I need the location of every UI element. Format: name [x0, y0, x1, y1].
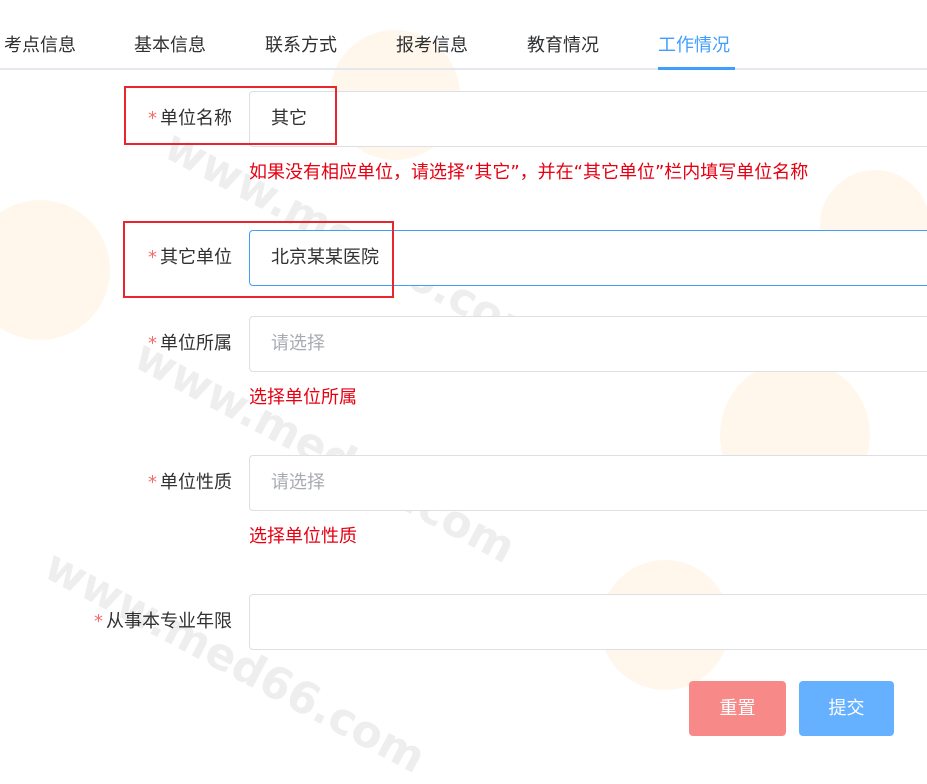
tab-bar: 考点信息 基本信息 联系方式 报考信息 教育情况 工作情况	[0, 0, 927, 70]
watermark-text: www.med66.com	[36, 540, 434, 784]
tab-basic-info[interactable]: 基本信息	[134, 34, 206, 58]
unit-nature-select[interactable]: 请选择	[249, 455, 927, 511]
tab-contact[interactable]: 联系方式	[265, 34, 337, 58]
required-mark: *	[148, 247, 157, 268]
other-unit-label: * 其它单位	[148, 230, 232, 286]
unit-name-select[interactable]: 其它	[249, 91, 927, 147]
other-unit-label-text: 其它单位	[160, 247, 232, 268]
unit-nature-placeholder: 请选择	[271, 472, 325, 493]
unit-affiliation-select[interactable]: 请选择	[249, 316, 927, 372]
unit-nature-hint: 选择单位性质	[249, 526, 357, 547]
tab-education[interactable]: 教育情况	[527, 34, 599, 58]
years-in-profession-input[interactable]	[249, 594, 927, 650]
tab-work[interactable]: 工作情况	[658, 34, 730, 58]
tab-registration-info[interactable]: 报考信息	[396, 34, 468, 58]
required-mark: *	[148, 333, 157, 354]
unit-name-label: * 单位名称	[148, 91, 232, 147]
required-mark: *	[148, 472, 157, 493]
years-in-profession-label-text: 从事本专业年限	[106, 611, 232, 632]
active-tab-indicator	[658, 67, 735, 70]
required-mark: *	[94, 611, 103, 632]
form-row-years-in-profession: * 从事本专业年限	[0, 594, 927, 650]
tab-exam-site-info[interactable]: 考点信息	[4, 34, 76, 58]
unit-affiliation-hint: 选择单位所属	[249, 387, 357, 408]
reset-button[interactable]: 重置	[689, 681, 786, 736]
unit-name-hint: 如果没有相应单位，请选择“其它”，并在“其它单位”栏内填写单位名称	[249, 162, 809, 183]
form-row-unit-affiliation: * 单位所属 请选择	[0, 316, 927, 372]
other-unit-value: 北京某某医院	[271, 247, 379, 268]
unit-affiliation-label: * 单位所属	[148, 316, 232, 372]
unit-nature-label: * 单位性质	[148, 455, 232, 511]
unit-nature-label-text: 单位性质	[160, 472, 232, 493]
years-in-profession-label: * 从事本专业年限	[94, 594, 232, 650]
unit-name-label-text: 单位名称	[160, 108, 232, 129]
form-row-other-unit: * 其它单位 北京某某医院	[0, 230, 927, 286]
form-row-unit-nature: * 单位性质 请选择	[0, 455, 927, 511]
unit-affiliation-placeholder: 请选择	[271, 333, 325, 354]
required-mark: *	[148, 108, 157, 129]
unit-affiliation-label-text: 单位所属	[160, 333, 232, 354]
other-unit-input[interactable]: 北京某某医院	[249, 230, 927, 286]
unit-name-value: 其它	[271, 108, 307, 129]
submit-button[interactable]: 提交	[799, 681, 894, 736]
form-row-unit-name: * 单位名称 其它	[0, 91, 927, 147]
